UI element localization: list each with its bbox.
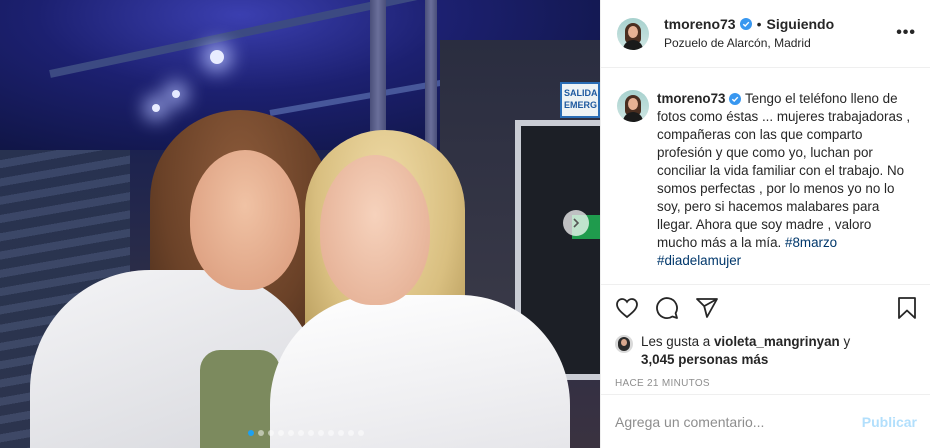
post-photo[interactable]: SALIDA EMERG bbox=[0, 0, 600, 448]
verified-icon bbox=[739, 18, 752, 30]
post-sidebar: tmoreno73 • Siguiendo Pozuelo de Alarcón… bbox=[600, 0, 930, 448]
hashtag-link[interactable]: #8marzo bbox=[785, 235, 837, 250]
carousel-dot bbox=[358, 430, 364, 436]
verified-icon bbox=[729, 93, 742, 106]
likes-prefix: Les gusta a bbox=[641, 334, 714, 349]
carousel-dot bbox=[338, 430, 344, 436]
stage-light bbox=[210, 50, 224, 64]
carousel-dot bbox=[328, 430, 334, 436]
share-icon[interactable] bbox=[695, 296, 719, 320]
publish-button[interactable]: Publicar bbox=[862, 414, 917, 430]
post-actions: Les gusta a violeta_mangrinyan y 3,045 p… bbox=[601, 284, 930, 389]
author-avatar[interactable] bbox=[617, 17, 649, 50]
heart-icon[interactable] bbox=[615, 296, 639, 320]
post-header: tmoreno73 • Siguiendo Pozuelo de Alarcón… bbox=[601, 0, 930, 68]
likes-summary: Les gusta a violeta_mangrinyan y 3,045 p… bbox=[615, 333, 919, 369]
bookmark-icon[interactable] bbox=[895, 296, 919, 320]
carousel-dot bbox=[308, 430, 314, 436]
more-icon[interactable]: ••• bbox=[896, 24, 916, 42]
caption-area: tmoreno73 Tengo el teléfono lleno de fot… bbox=[601, 68, 930, 283]
post-timestamp[interactable]: HACE 21 MINUTOS bbox=[615, 378, 919, 389]
liker-username[interactable]: violeta_mangrinyan bbox=[714, 334, 840, 349]
caption-author-avatar[interactable] bbox=[617, 90, 649, 122]
following-button[interactable]: Siguiendo bbox=[766, 16, 834, 33]
comment-icon[interactable] bbox=[655, 296, 679, 320]
liker-avatar[interactable] bbox=[615, 335, 633, 353]
stage-light bbox=[172, 90, 180, 98]
carousel-dot bbox=[288, 430, 294, 436]
likes-text: Les gusta a violeta_mangrinyan y 3,045 p… bbox=[641, 333, 850, 369]
person-left-face bbox=[190, 150, 300, 290]
author-username[interactable]: tmoreno73 bbox=[664, 16, 736, 33]
follow-separator: • bbox=[756, 15, 762, 32]
carousel-dot bbox=[258, 430, 264, 436]
carousel-dot bbox=[278, 430, 284, 436]
exit-sign: SALIDA EMERG bbox=[560, 82, 600, 118]
post-caption: tmoreno73 Tengo el teléfono lleno de fot… bbox=[657, 90, 914, 283]
likes-count[interactable]: 3,045 personas más bbox=[641, 352, 768, 367]
likes-conjunction: y bbox=[839, 334, 851, 349]
chevron-right-icon bbox=[573, 218, 580, 228]
carousel-dot bbox=[318, 430, 324, 436]
carousel-dot bbox=[348, 430, 354, 436]
post-location[interactable]: Pozuelo de Alarcón, Madrid bbox=[664, 35, 834, 52]
person-right-face bbox=[320, 155, 430, 305]
carousel-next-button[interactable] bbox=[563, 210, 589, 236]
header-text: tmoreno73 • Siguiendo Pozuelo de Alarcón… bbox=[664, 16, 834, 52]
person-right-body bbox=[270, 295, 570, 448]
caption-username[interactable]: tmoreno73 bbox=[657, 91, 725, 106]
carousel-dots bbox=[248, 430, 364, 436]
carousel-dot bbox=[268, 430, 274, 436]
stage-light bbox=[152, 104, 160, 112]
hashtag-link[interactable]: #diadelamujer bbox=[657, 253, 741, 268]
comment-form: Publicar bbox=[601, 394, 930, 448]
comment-input[interactable] bbox=[615, 413, 862, 430]
carousel-dot bbox=[248, 430, 254, 436]
carousel-dot bbox=[298, 430, 304, 436]
action-icons bbox=[615, 293, 919, 323]
caption-text: Tengo el teléfono lleno de fotos como és… bbox=[657, 91, 911, 250]
